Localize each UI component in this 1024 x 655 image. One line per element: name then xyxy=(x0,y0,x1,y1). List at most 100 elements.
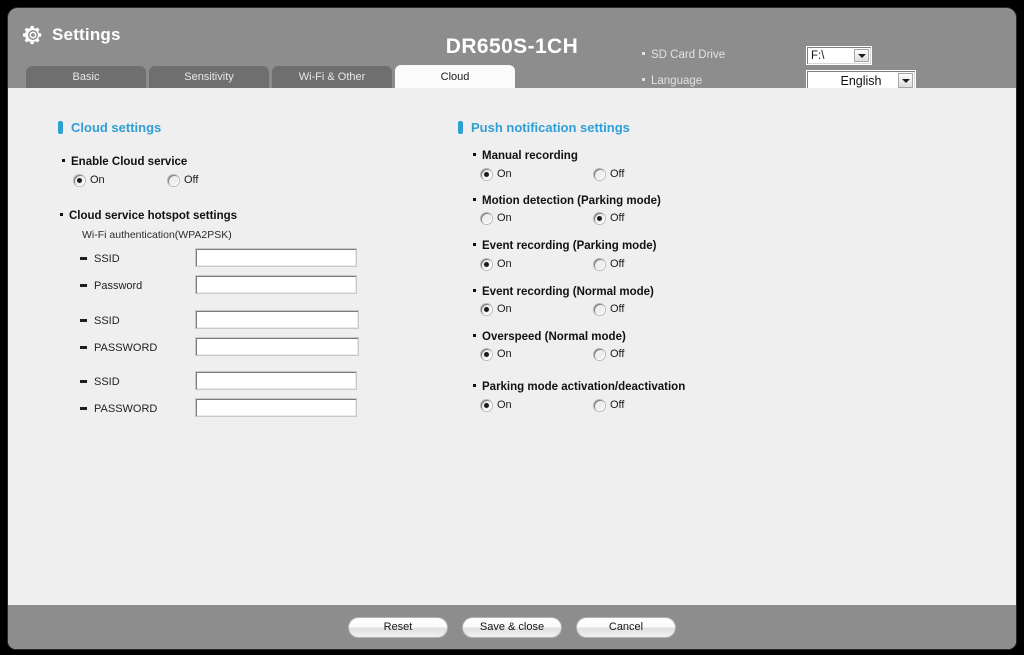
radio-mark-icon xyxy=(74,174,85,186)
tab-cloud[interactable]: Cloud xyxy=(395,65,515,88)
event-recording-normal-radio-on[interactable]: On xyxy=(481,303,512,315)
sd-card-drive-label: SD Card Drive xyxy=(642,49,725,61)
enable-cloud-service-radio-off[interactable]: Off xyxy=(168,174,198,186)
hotspot-3-password-input[interactable] xyxy=(196,399,356,416)
cloud-settings-heading: Cloud settings xyxy=(58,120,161,135)
tab-bar: Basic Sensitivity Wi-Fi & Other Cloud xyxy=(26,65,518,88)
dash-icon xyxy=(80,256,87,260)
radio-mark-icon xyxy=(594,303,605,315)
hotspot-settings-label: Cloud service hotspot settings xyxy=(60,210,237,222)
dash-icon xyxy=(80,283,87,287)
motion-detection-parking-off-label: Off xyxy=(610,212,625,224)
hotspot-1-ssid-label: SSID xyxy=(80,253,120,265)
hotspot-2-ssid-label: SSID xyxy=(80,315,120,327)
hotspot-3-password-label: PASSWORD xyxy=(80,403,157,415)
gear-icon xyxy=(22,25,42,45)
hotspot-3-ssid-label: SSID xyxy=(80,376,120,388)
radio-mark-icon xyxy=(594,212,605,224)
tab-sensitivity[interactable]: Sensitivity xyxy=(149,66,269,88)
manual-recording-radio-on[interactable]: On xyxy=(481,168,512,180)
radio-mark-icon xyxy=(594,399,605,411)
hotspot-1-ssid-input[interactable] xyxy=(196,249,356,266)
section-accent-bar xyxy=(58,121,63,134)
parking-mode-activation-on-label: On xyxy=(497,399,512,411)
app-title: Settings xyxy=(52,25,121,44)
overspeed-normal-label: Overspeed (Normal mode) xyxy=(473,331,626,343)
parking-mode-activation-label: Parking mode activation/deactivation xyxy=(473,381,685,393)
dash-icon xyxy=(80,318,87,322)
hotspot-2-password-label-text: PASSWORD xyxy=(94,342,158,354)
chevron-down-icon[interactable] xyxy=(898,73,913,88)
save-and-close-button[interactable]: Save & close xyxy=(462,616,562,638)
enable-cloud-service-radio-on[interactable]: On xyxy=(74,174,105,186)
parking-mode-activation-label-text: Parking mode activation/deactivation xyxy=(482,381,686,393)
reset-button[interactable]: Reset xyxy=(348,616,448,638)
chevron-down-icon[interactable] xyxy=(854,49,869,62)
overspeed-normal-radio-on[interactable]: On xyxy=(481,348,512,360)
hotspot-2-ssid-label-text: SSID xyxy=(94,315,120,327)
language-label: Language xyxy=(642,75,702,87)
manual-recording-radio-off[interactable]: Off xyxy=(594,168,624,180)
motion-detection-parking-label: Motion detection (Parking mode) xyxy=(473,195,661,207)
event-recording-parking-radio-off[interactable]: Off xyxy=(594,258,624,270)
hotspot-2-password-input[interactable] xyxy=(196,338,358,355)
manual-recording-off-label: Off xyxy=(610,168,625,180)
radio-mark-icon xyxy=(481,303,492,315)
radio-mark-icon xyxy=(481,348,492,360)
radio-mark-icon xyxy=(481,212,492,224)
parking-mode-activation-radio-on[interactable]: On xyxy=(481,399,512,411)
footer-bar: Reset Save & close Cancel xyxy=(8,605,1016,649)
bullet-icon xyxy=(642,78,645,82)
manual-recording-on-label: On xyxy=(497,168,512,180)
hotspot-3-password-label-text: PASSWORD xyxy=(94,403,158,415)
radio-mark-icon xyxy=(481,168,492,180)
bullet-icon xyxy=(473,334,476,338)
overspeed-normal-off-label: Off xyxy=(610,348,625,360)
motion-detection-parking-label-text: Motion detection (Parking mode) xyxy=(482,195,661,207)
bullet-icon xyxy=(473,243,476,247)
radio-mark-icon xyxy=(168,174,179,186)
manual-recording-label-text: Manual recording xyxy=(482,150,578,162)
parking-mode-activation-off-label: Off xyxy=(610,399,625,411)
bullet-icon xyxy=(60,213,63,217)
dash-icon xyxy=(80,379,87,383)
enable-cloud-service-on-label: On xyxy=(90,174,105,186)
event-recording-parking-label-text: Event recording (Parking mode) xyxy=(482,240,657,252)
cloud-settings-heading-text: Cloud settings xyxy=(71,120,162,135)
hotspot-1-password-input[interactable] xyxy=(196,276,356,293)
enable-cloud-service-label: Enable Cloud service xyxy=(62,156,187,168)
settings-window: Settings DR650S-1CH SD Card Drive F:\ La… xyxy=(8,8,1016,649)
sd-card-drive-select[interactable]: F:\ xyxy=(806,46,872,65)
bullet-icon xyxy=(473,198,476,202)
motion-detection-parking-on-label: On xyxy=(497,212,512,224)
event-recording-parking-radio-on[interactable]: On xyxy=(481,258,512,270)
radio-mark-icon xyxy=(481,399,492,411)
overspeed-normal-radio-off[interactable]: Off xyxy=(594,348,624,360)
parking-mode-activation-radio-off[interactable]: Off xyxy=(594,399,624,411)
radio-mark-icon xyxy=(594,168,605,180)
event-recording-parking-label: Event recording (Parking mode) xyxy=(473,240,656,252)
radio-mark-icon xyxy=(594,258,605,270)
event-recording-normal-radio-off[interactable]: Off xyxy=(594,303,624,315)
motion-detection-parking-radio-on[interactable]: On xyxy=(481,212,512,224)
cancel-button[interactable]: Cancel xyxy=(576,616,676,638)
tab-basic[interactable]: Basic xyxy=(26,66,146,88)
event-recording-normal-label-text: Event recording (Normal mode) xyxy=(482,286,654,298)
tab-wifi-other[interactable]: Wi-Fi & Other xyxy=(272,66,392,88)
bullet-icon xyxy=(473,384,476,388)
push-settings-heading: Push notification settings xyxy=(458,120,630,135)
event-recording-parking-off-label: Off xyxy=(610,258,625,270)
overspeed-normal-label-text: Overspeed (Normal mode) xyxy=(482,331,626,343)
motion-detection-parking-radio-off[interactable]: Off xyxy=(594,212,624,224)
dash-icon xyxy=(80,406,87,410)
hotspot-3-ssid-label-text: SSID xyxy=(94,376,120,388)
event-recording-normal-on-label: On xyxy=(497,303,512,315)
enable-cloud-service-label-text: Enable Cloud service xyxy=(71,156,188,168)
hotspot-2-password-label: PASSWORD xyxy=(80,342,157,354)
radio-mark-icon xyxy=(594,348,605,360)
hotspot-2-ssid-input[interactable] xyxy=(196,311,358,328)
bullet-icon xyxy=(62,159,65,163)
hotspot-3-ssid-input[interactable] xyxy=(196,372,356,389)
radio-mark-icon xyxy=(481,258,492,270)
bullet-icon xyxy=(473,289,476,293)
